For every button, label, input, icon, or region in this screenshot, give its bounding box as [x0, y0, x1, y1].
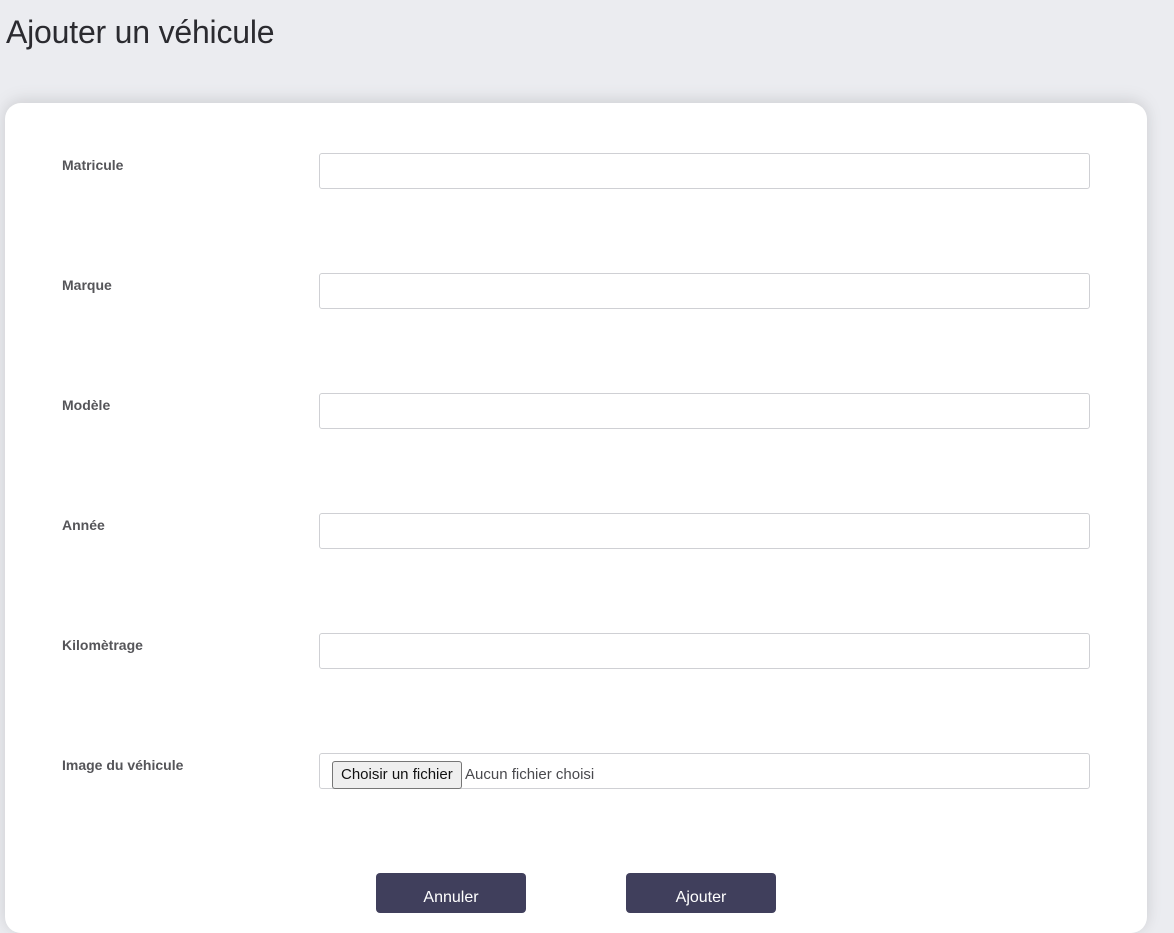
marque-input[interactable]: [319, 273, 1090, 309]
field-row-marque: Marque: [5, 273, 1147, 309]
matricule-input[interactable]: [319, 153, 1090, 189]
field-row-matricule: Matricule: [5, 153, 1147, 189]
image-file-input[interactable]: Choisir un fichier Aucun fichier choisi: [319, 753, 1090, 789]
choose-file-button[interactable]: Choisir un fichier: [332, 761, 462, 789]
field-row-kilometrage: Kilomètrage: [5, 633, 1147, 669]
field-row-annee: Année: [5, 513, 1147, 549]
annee-input[interactable]: [319, 513, 1090, 549]
cancel-button[interactable]: Annuler: [376, 873, 526, 913]
modele-input[interactable]: [319, 393, 1090, 429]
field-row-modele: Modèle: [5, 393, 1147, 429]
marque-label: Marque: [62, 277, 112, 293]
annee-label: Année: [62, 517, 105, 533]
kilometrage-input[interactable]: [319, 633, 1090, 669]
page-title: Ajouter un véhicule: [6, 14, 275, 50]
modele-label: Modèle: [62, 397, 111, 413]
field-row-image: Image du véhicule Choisir un fichier Auc…: [5, 753, 1147, 789]
matricule-label: Matricule: [62, 157, 124, 173]
submit-button[interactable]: Ajouter: [626, 873, 776, 913]
vehicle-form-card: Matricule Marque Modèle Année Kilomètrag…: [5, 103, 1147, 933]
image-label: Image du véhicule: [62, 757, 184, 773]
file-status-text: Aucun fichier choisi: [465, 766, 595, 783]
kilometrage-label: Kilomètrage: [62, 637, 143, 653]
